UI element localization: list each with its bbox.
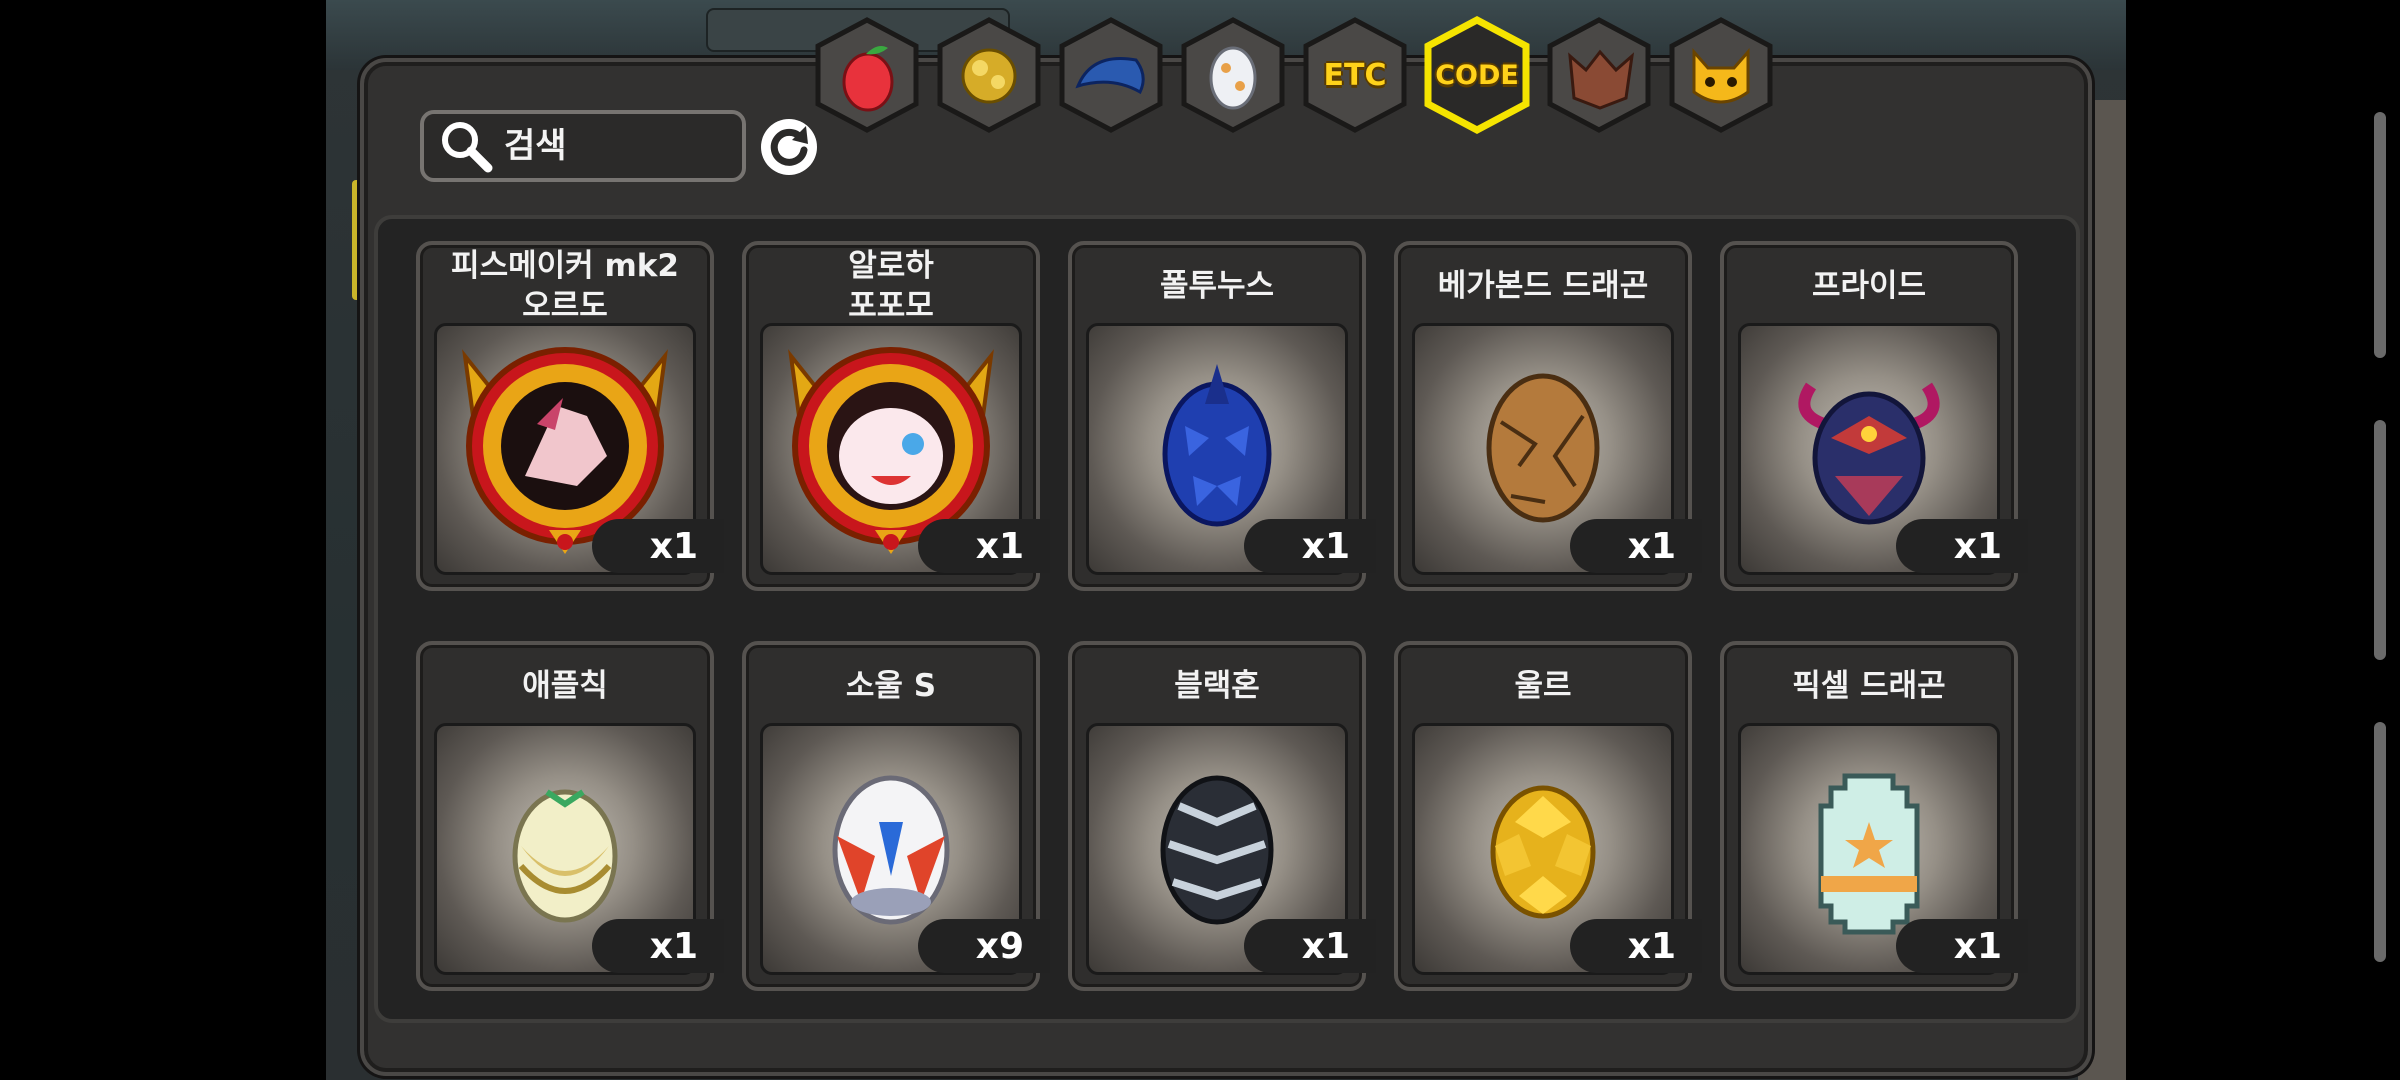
item-card[interactable]: 베가본드 드래곤 x1 bbox=[1394, 241, 1702, 591]
game-screen: 피스메이커 mk2 오르도 x1 bbox=[326, 0, 2126, 1080]
item-name: 폴투누스 bbox=[1159, 268, 1275, 304]
search-icon bbox=[442, 122, 493, 173]
search-box[interactable] bbox=[420, 110, 746, 182]
item-card[interactable]: 울르 x1 bbox=[1394, 641, 1702, 991]
tab-etc[interactable]: ETC bbox=[1296, 16, 1414, 134]
item-count: x1 bbox=[1244, 519, 1376, 573]
tab-beast[interactable] bbox=[1540, 16, 1658, 134]
item-name: 프라이드 bbox=[1811, 268, 1927, 304]
item-name: 애플칙 bbox=[522, 668, 608, 704]
tab-fruit[interactable] bbox=[808, 16, 926, 134]
werewolf-icon bbox=[1547, 17, 1651, 133]
item-card[interactable]: 소울 S x9 bbox=[742, 641, 1050, 991]
scrollbar-thumb[interactable] bbox=[2374, 420, 2386, 660]
yellow-cat-icon bbox=[1669, 17, 1773, 133]
item-name: 알로하 포포모 bbox=[848, 248, 934, 324]
item-card[interactable]: 폴투누스 x1 bbox=[1068, 241, 1376, 591]
tab-gold-ore[interactable] bbox=[930, 16, 1048, 134]
item-card[interactable]: 블랙혼 x1 bbox=[1068, 641, 1376, 991]
item-count: x1 bbox=[1570, 519, 1702, 573]
search-input[interactable] bbox=[502, 125, 726, 167]
inventory-panel: 피스메이커 mk2 오르도 x1 bbox=[360, 58, 2092, 1076]
tab-etc-label: ETC bbox=[1323, 57, 1387, 93]
item-card[interactable]: 애플칙 x1 bbox=[416, 641, 724, 991]
item-name: 베가본드 드래곤 bbox=[1437, 268, 1649, 304]
item-card[interactable]: 알로하 포포모 x1 bbox=[742, 241, 1050, 591]
item-count: x1 bbox=[592, 519, 724, 573]
scrollbar-thumb[interactable] bbox=[2374, 722, 2386, 962]
item-card[interactable]: 프라이드 x1 bbox=[1720, 241, 2028, 591]
item-card[interactable]: 픽셀 드래곤 x1 bbox=[1720, 641, 2028, 991]
gold-ore-icon bbox=[937, 17, 1041, 133]
item-grid: 피스메이커 mk2 오르도 x1 알로하 포포모 x1 폴투누스 x1 베가본드… bbox=[374, 215, 2080, 1023]
item-name: 픽셀 드래곤 bbox=[1792, 668, 1946, 704]
item-name: 소울 S bbox=[845, 668, 937, 704]
blue-scale-icon bbox=[1059, 17, 1163, 133]
egg-icon bbox=[1181, 17, 1285, 133]
item-name: 피스메이커 mk2 오르도 bbox=[451, 248, 679, 324]
item-count: x1 bbox=[592, 919, 724, 973]
tab-egg[interactable] bbox=[1174, 16, 1292, 134]
item-count: x1 bbox=[1244, 919, 1376, 973]
item-card[interactable]: 피스메이커 mk2 오르도 x1 bbox=[416, 241, 724, 591]
item-count: x1 bbox=[918, 519, 1050, 573]
item-count: x1 bbox=[1896, 919, 2028, 973]
tab-cat[interactable] bbox=[1662, 16, 1780, 134]
scrollbar-thumb[interactable] bbox=[2374, 112, 2386, 358]
item-count: x9 bbox=[918, 919, 1050, 973]
red-fruit-icon bbox=[815, 17, 919, 133]
tab-blue-scale[interactable] bbox=[1052, 16, 1170, 134]
tab-code-label: CODE bbox=[1435, 59, 1519, 91]
item-name: 울르 bbox=[1514, 668, 1572, 704]
item-name: 블랙혼 bbox=[1174, 668, 1260, 704]
item-count: x1 bbox=[1896, 519, 2028, 573]
item-count: x1 bbox=[1570, 919, 1702, 973]
tab-code[interactable]: CODE bbox=[1418, 16, 1536, 134]
